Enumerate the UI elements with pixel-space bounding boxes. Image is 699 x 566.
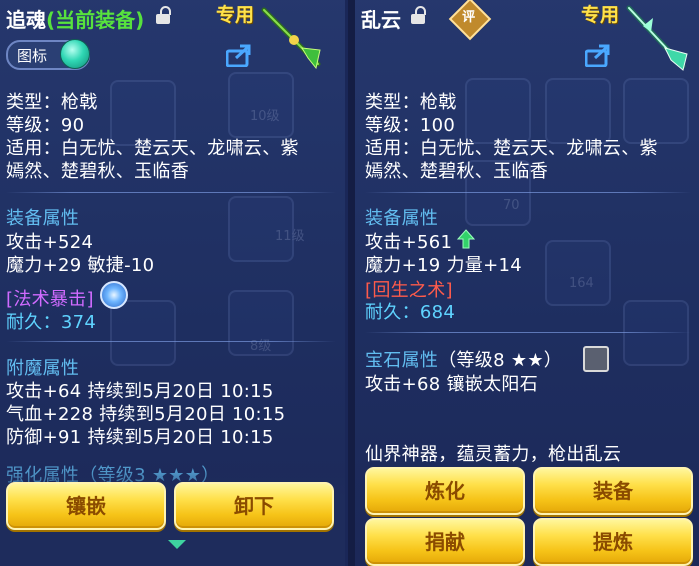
lock-icon[interactable]: [156, 6, 171, 24]
donate-button[interactable]: 捐献: [365, 518, 525, 566]
durability-label: 耐久：: [6, 312, 61, 333]
icon-toggle-label: 图标: [17, 47, 48, 65]
gem-section-title: 宝石属性: [365, 350, 439, 371]
item-fits-cont: 嫣然、楚碧秋、玉临香: [6, 161, 189, 182]
item-fits-cont: 嫣然、楚碧秋、玉临香: [365, 161, 548, 182]
current-equipment-panel: 10级 11级 8级 追魂(当前装备) 专用 图标 类型：枪戟 等级：90 适用…: [0, 0, 348, 566]
chevron-down-icon[interactable]: [168, 540, 186, 549]
compare-equipment-panel: 70 164 乱云 评 专用 类型：枪戟 等级：100 适用：白无忧、楚云天、龙…: [355, 0, 699, 566]
separator: [365, 332, 691, 333]
bg-number: 10级: [250, 109, 280, 124]
durability-value: 374: [60, 312, 97, 333]
gem-level: （等级8 ★★）: [438, 350, 563, 371]
exclusive-label: 专用: [581, 4, 620, 26]
bg-number: 8级: [250, 339, 272, 354]
lock-icon[interactable]: [411, 6, 426, 24]
separator: [6, 192, 336, 193]
item-title: 追魂(当前装备): [6, 4, 144, 33]
extract-button[interactable]: 提炼: [533, 518, 693, 566]
durability-label: 耐久：: [365, 302, 420, 323]
gem-attribute: 攻击+68 镶嵌太阳石: [365, 374, 539, 395]
up-arrow-icon: [457, 229, 475, 249]
bg-slot: [228, 290, 294, 356]
orb-icon: [60, 39, 90, 69]
equipped-status: (当前装备): [46, 8, 145, 32]
item-name: 追魂: [6, 8, 46, 32]
separator: [365, 192, 691, 193]
attr-section-title: 装备属性: [6, 208, 80, 229]
rating-badge-label: 评: [462, 9, 476, 25]
exclusive-label: 专用: [216, 4, 255, 26]
spear-icon: [261, 7, 321, 70]
share-icon[interactable]: [226, 43, 256, 67]
bg-slot: [545, 240, 611, 306]
refine-button[interactable]: 炼化: [365, 467, 525, 515]
bg-number: 70: [503, 198, 520, 213]
attr-magic-strength: 魔力+19 力量+14: [365, 255, 522, 276]
gem-icon: [583, 346, 609, 372]
bg-slot: [623, 300, 689, 366]
share-icon[interactable]: [585, 43, 615, 67]
enchant-defense: 防御+91 持续到5月20日 10:15: [6, 427, 274, 448]
item-name: 乱云: [361, 8, 401, 32]
swirl-icon: [100, 281, 128, 309]
bg-slot: [228, 72, 294, 138]
equip-button[interactable]: 装备: [533, 467, 693, 515]
attr-section-title: 装备属性: [365, 208, 439, 229]
bg-slot: [228, 196, 294, 262]
rating-badge[interactable]: 评: [448, 0, 492, 41]
unequip-button[interactable]: 卸下: [174, 482, 334, 530]
bg-number: 11级: [275, 229, 305, 244]
attr-magic-agility: 魔力+29 敏捷-10: [6, 255, 155, 276]
spear-icon: [626, 5, 688, 71]
flavor-text: 仙界神器，蕴灵蓄力，枪出乱云: [365, 444, 622, 465]
bg-number: 164: [569, 276, 594, 291]
separator: [6, 341, 336, 342]
durability-value: 684: [419, 302, 456, 323]
item-title: 乱云: [361, 4, 401, 33]
inlay-button[interactable]: 镶嵌: [6, 482, 166, 530]
bg-slot: [110, 300, 176, 366]
icon-toggle-button[interactable]: 图标: [6, 39, 90, 70]
